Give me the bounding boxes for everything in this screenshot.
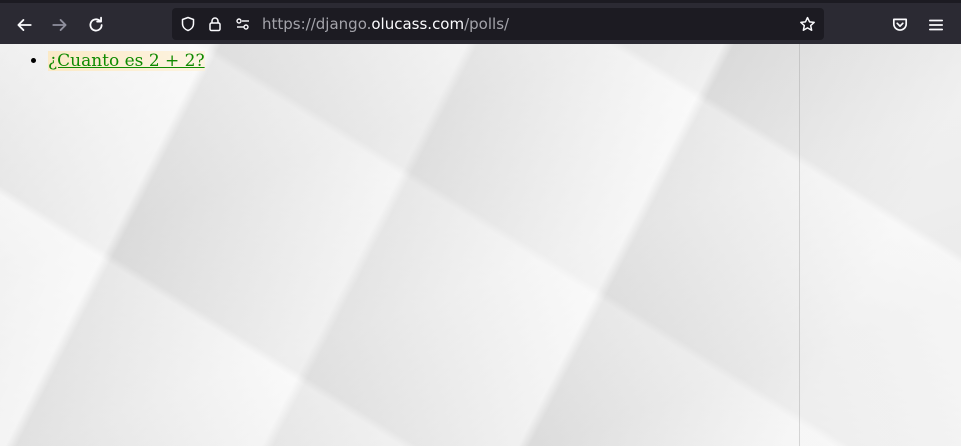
url-path: /polls/	[464, 15, 510, 33]
poll-list: ¿Cuanto es 2 + 2?	[48, 48, 205, 74]
star-icon[interactable]	[798, 15, 816, 33]
back-button[interactable]	[8, 9, 40, 41]
app-menu-button[interactable]	[920, 9, 952, 41]
forward-button[interactable]	[44, 9, 76, 41]
hamburger-menu-icon	[928, 19, 944, 31]
arrow-right-icon	[52, 19, 67, 31]
poll-list-item: ¿Cuanto es 2 + 2?	[48, 48, 205, 74]
url-scheme: https://	[262, 15, 316, 33]
address-bar[interactable]: https://django.olucass.com/polls/	[172, 8, 824, 40]
poll-question-link[interactable]: ¿Cuanto es 2 + 2?	[48, 51, 205, 71]
shield-icon[interactable]	[179, 15, 197, 33]
reload-icon	[89, 16, 103, 32]
url-text[interactable]: https://django.olucass.com/polls/	[262, 14, 509, 34]
pocket-button[interactable]	[884, 9, 916, 41]
background-seam	[799, 44, 800, 446]
url-domain: olucass.com	[371, 15, 465, 33]
lock-icon[interactable]	[206, 15, 224, 33]
pocket-icon	[892, 18, 908, 31]
reload-button[interactable]	[80, 9, 112, 41]
browser-toolbar: https://django.olucass.com/polls/	[0, 0, 961, 44]
permissions-icon[interactable]	[234, 15, 252, 33]
arrow-left-icon	[17, 19, 32, 31]
page-content: ¿Cuanto es 2 + 2?	[0, 44, 961, 446]
url-subdomain: django.	[315, 15, 372, 33]
